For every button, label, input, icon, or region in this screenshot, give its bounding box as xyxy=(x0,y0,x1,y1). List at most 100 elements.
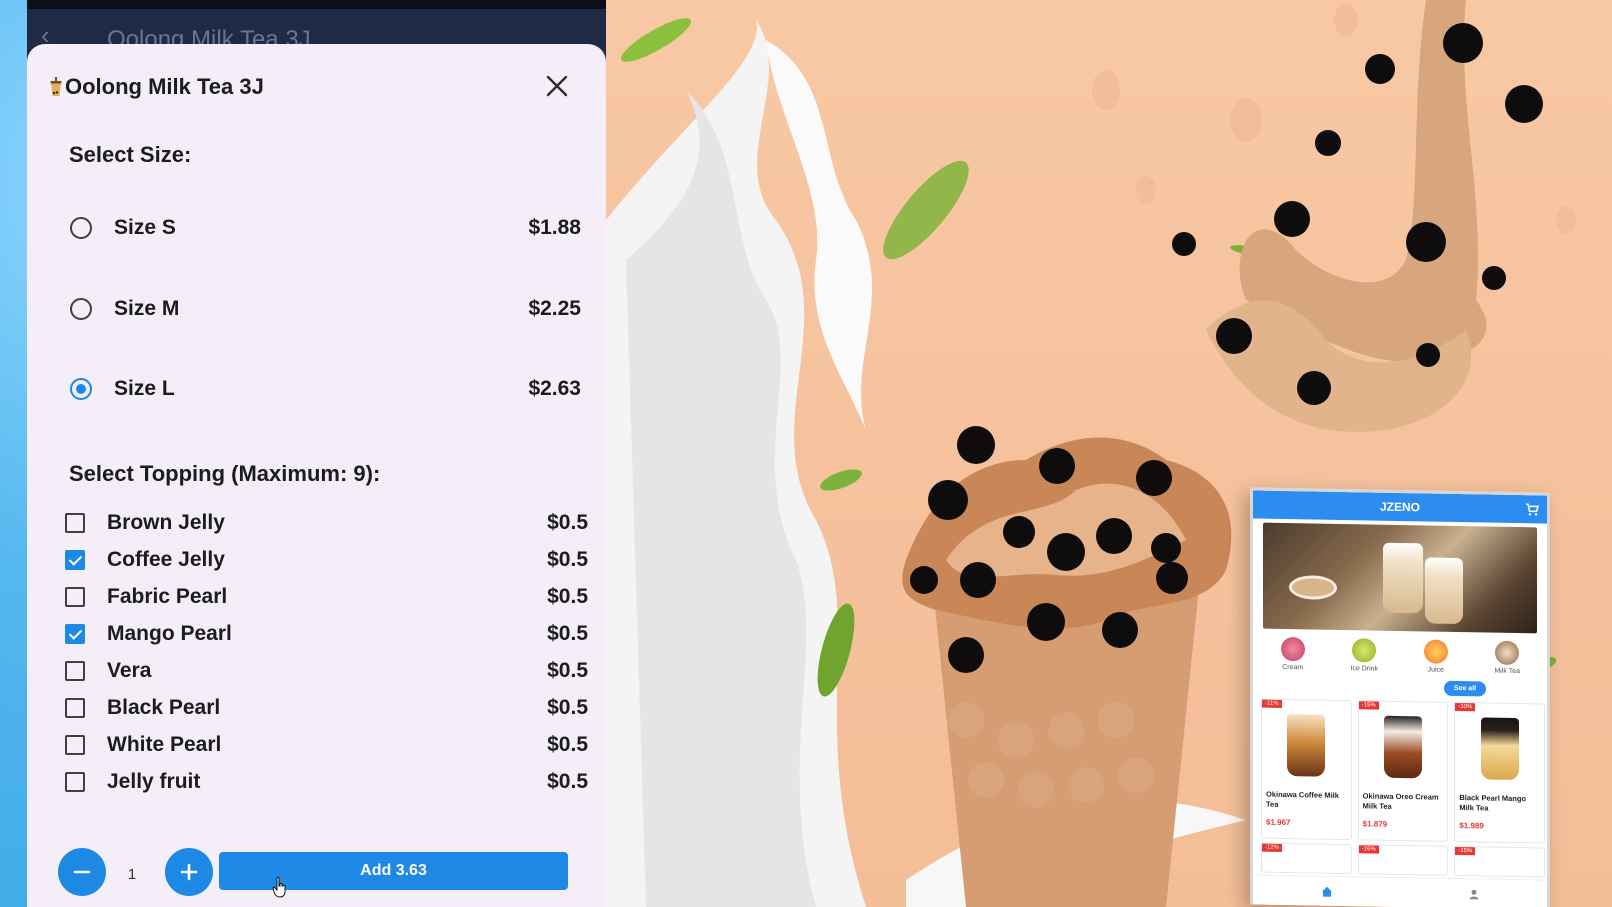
category-label: Milk Tea xyxy=(1494,667,1521,676)
product-card: -12% xyxy=(1261,842,1352,875)
topping-item[interactable]: White Pearl $0.5 xyxy=(63,727,588,763)
size-option-l[interactable]: Size L $2.63 xyxy=(69,365,581,413)
topping-label: Black Pearl xyxy=(107,696,221,719)
size-section-title: Select Size: xyxy=(69,142,192,167)
topping-checkbox[interactable] xyxy=(65,698,85,718)
category-cream: Cream xyxy=(1263,636,1323,672)
topping-price: $0.5 xyxy=(547,733,588,756)
mockup-brand: JZENO xyxy=(1379,499,1420,515)
product-price: $1.879 xyxy=(1362,819,1388,829)
product-name: Black Pearl Mango Milk Tea xyxy=(1459,793,1527,813)
topping-price: $0.5 xyxy=(547,585,588,608)
cart-icon xyxy=(1526,503,1539,516)
topping-checkbox[interactable] xyxy=(65,587,85,607)
topping-list[interactable]: Brown Jelly $0.5 Coffee Jelly $0.5 Fabri… xyxy=(63,505,593,803)
topping-label: Coffee Jelly xyxy=(107,548,225,571)
product-price: $1.989 xyxy=(1459,821,1484,831)
decrease-quantity-button[interactable] xyxy=(58,848,106,896)
dialog-title-text: Oolong Milk Tea 3J xyxy=(65,74,264,99)
topping-checkbox[interactable] xyxy=(65,550,85,570)
topping-checkbox[interactable] xyxy=(65,772,85,792)
topping-label: Jelly fruit xyxy=(107,770,201,793)
topping-section-title: Select Topping (Maximum: 9): xyxy=(69,461,381,486)
milk-tea-icon xyxy=(1495,640,1520,666)
milk-tea-cup-icon xyxy=(50,77,62,96)
topping-item[interactable]: Fabric Pearl $0.5 xyxy=(63,579,588,615)
topping-price: $0.5 xyxy=(547,622,588,645)
mockup-product-row-2: -12% -16% -15% xyxy=(1261,842,1546,878)
topping-checkbox[interactable] xyxy=(65,735,85,755)
quantity-value: 1 xyxy=(127,866,137,883)
minus-icon xyxy=(73,870,91,874)
mockup-banner-image xyxy=(1263,522,1537,634)
category-label: Cream xyxy=(1282,663,1304,672)
product-card: -15% Okinawa Oreo Cream Milk Tea $1.879 xyxy=(1357,700,1449,842)
mockup-product-row: -11% Okinawa Coffee Milk Tea $1.967 -15%… xyxy=(1261,698,1546,844)
dialog-title: Oolong Milk Tea 3J xyxy=(49,70,264,104)
category-juice: Juice xyxy=(1406,639,1466,674)
topping-item[interactable]: Jelly fruit $0.5 xyxy=(63,764,588,800)
size-price: $2.25 xyxy=(528,297,581,320)
product-price: $1.967 xyxy=(1266,817,1291,828)
cream-icon xyxy=(1280,636,1305,662)
topping-item[interactable]: Brown Jelly $0.5 xyxy=(63,505,588,541)
discount-badge: -12% xyxy=(1262,843,1283,852)
topping-label: Fabric Pearl xyxy=(107,585,228,608)
close-button[interactable] xyxy=(537,66,577,106)
category-label: Juice xyxy=(1427,666,1444,674)
size-price: $1.88 xyxy=(528,216,581,239)
topping-label: White Pearl xyxy=(107,733,222,756)
ice-drink-icon xyxy=(1352,638,1377,663)
product-image xyxy=(1480,717,1519,781)
juice-icon xyxy=(1423,639,1448,664)
mockup-bottom-nav xyxy=(1253,874,1547,907)
topping-checkbox[interactable] xyxy=(65,513,85,533)
topping-price: $0.5 xyxy=(547,548,588,571)
status-bar xyxy=(27,0,606,9)
increase-quantity-button[interactable] xyxy=(165,848,213,896)
topping-item[interactable]: Mango Pearl $0.5 xyxy=(63,616,588,652)
plus-icon xyxy=(180,863,198,881)
radio-size-l[interactable] xyxy=(70,378,92,400)
size-label: Size M xyxy=(114,297,180,320)
category-milk-tea: Milk Tea xyxy=(1477,640,1537,675)
size-price: $2.63 xyxy=(528,377,581,400)
radio-size-s[interactable] xyxy=(70,217,92,239)
topping-checkbox[interactable] xyxy=(65,624,85,644)
topping-item[interactable]: Coffee Jelly $0.5 xyxy=(63,542,588,578)
discount-badge: -11% xyxy=(1262,699,1282,708)
discount-badge: -10% xyxy=(1455,702,1476,712)
app-preview-mockup: JZENO Cream Ice Drink Juice Milk Tea See… xyxy=(1250,487,1550,907)
product-image xyxy=(1384,715,1422,779)
radio-size-m[interactable] xyxy=(70,298,92,320)
category-label: Ice Drink xyxy=(1350,665,1379,673)
discount-badge: -16% xyxy=(1358,845,1379,854)
topping-price: $0.5 xyxy=(547,696,588,719)
user-icon xyxy=(1469,889,1478,899)
product-name: Okinawa Coffee Milk Tea xyxy=(1266,789,1339,809)
hand-cursor-icon xyxy=(272,876,286,898)
topping-item[interactable]: Vera $0.5 xyxy=(63,653,588,689)
close-icon xyxy=(546,75,568,97)
product-card: -10% Black Pearl Mango Milk Tea $1.989 xyxy=(1454,701,1546,844)
product-card: -16% xyxy=(1357,844,1449,876)
size-label: Size L xyxy=(114,377,175,400)
home-icon xyxy=(1321,886,1332,897)
discount-badge: -15% xyxy=(1455,846,1476,856)
topping-item[interactable]: Black Pearl $0.5 xyxy=(63,690,588,726)
topping-price: $0.5 xyxy=(547,511,588,534)
topping-label: Vera xyxy=(107,659,152,682)
topping-price: $0.5 xyxy=(547,770,588,793)
product-card: -11% Okinawa Coffee Milk Tea $1.967 xyxy=(1261,698,1352,841)
size-option-m[interactable]: Size M $2.25 xyxy=(69,285,581,333)
size-label: Size S xyxy=(114,216,176,239)
product-card: -15% xyxy=(1454,845,1546,878)
topping-label: Mango Pearl xyxy=(107,622,232,645)
product-image xyxy=(1287,714,1326,777)
size-option-s[interactable]: Size S $1.88 xyxy=(69,204,581,252)
mockup-header: JZENO xyxy=(1253,490,1547,524)
topping-checkbox[interactable] xyxy=(65,661,85,681)
category-ice-drink: Ice Drink xyxy=(1334,638,1394,673)
topping-label: Brown Jelly xyxy=(107,511,225,534)
product-name: Okinawa Oreo Cream Milk Tea xyxy=(1362,791,1439,811)
